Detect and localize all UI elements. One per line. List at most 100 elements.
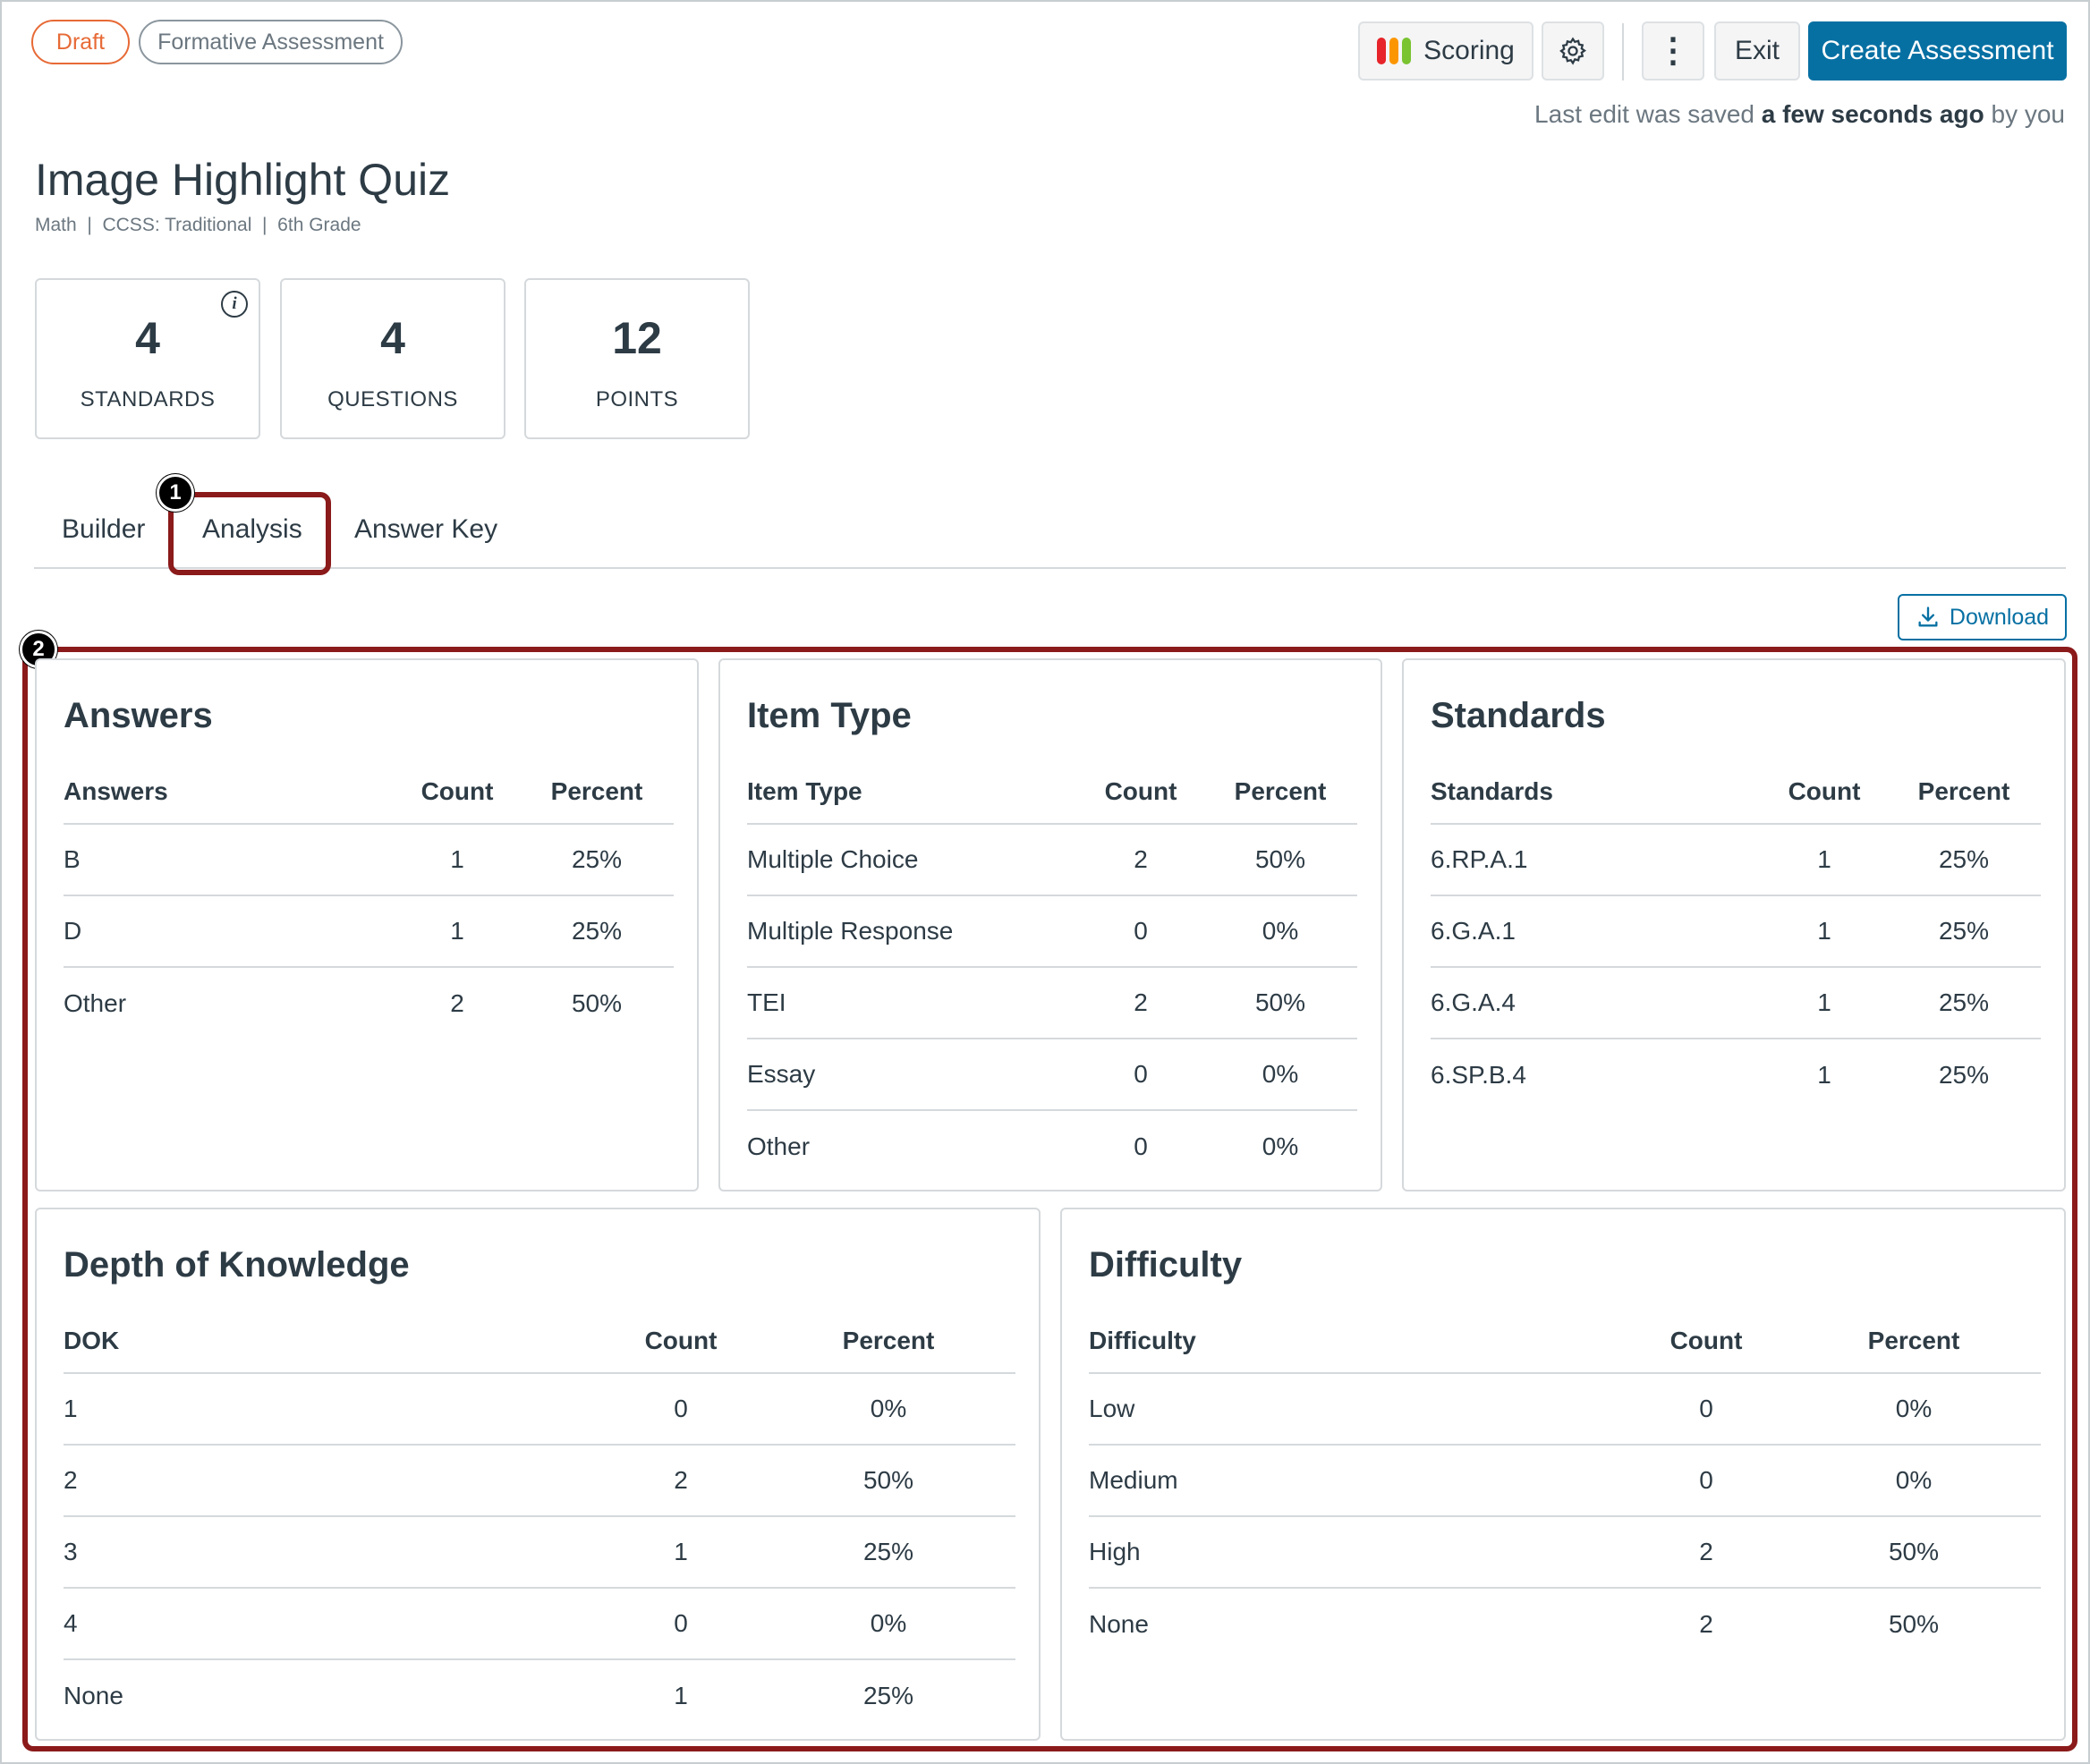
table-cell: 0% [870,1395,907,1422]
table-cell: TEI [747,988,786,1016]
stat-value: 12 [612,313,662,363]
draft-status-pill: Draft [31,20,130,64]
settings-button[interactable] [1542,21,1604,81]
card-title: Difficulty [1089,1245,1243,1285]
table-row: 6.G.A.1 1 25% [1431,896,2041,968]
table-cell: 2 [450,989,464,1017]
table-cell: 1 [674,1682,688,1709]
table-cell: 0 [674,1395,688,1422]
header-cell: Item Type [747,777,862,805]
table-cell: 3 [64,1538,78,1565]
stat-card-points: 12 POINTS [524,278,750,439]
table-row: B 1 25% [64,825,674,896]
table-row: Other 2 50% [64,968,674,1039]
table-cell: 0% [1895,1466,1933,1494]
page-title: Image Highlight Quiz [35,155,451,205]
page-subtitle: Math | CCSS: Traditional | 6th Grade [35,215,361,235]
table-cell: 0 [1134,917,1148,945]
scoring-bars-icon [1377,38,1412,64]
header-cell: Standards [1431,777,1553,805]
table-cell: 50% [1888,1538,1940,1565]
item-type-table: Item Type Count Percent Multiple Choice … [747,760,1357,1183]
table-cell: 0% [1262,917,1299,945]
download-button[interactable]: Download [1898,594,2067,640]
table-cell: None [1089,1610,1149,1638]
create-assessment-button[interactable]: Create Assessment [1808,21,2067,81]
table-cell: 50% [862,1466,914,1494]
table-row: D 1 25% [64,896,674,968]
tab-builder[interactable]: Builder [62,514,145,545]
download-icon [1918,606,1938,627]
table-cell: 0 [1699,1395,1713,1422]
table-row: Essay 0 0% [747,1039,1357,1111]
table-row: 1 0 0% [64,1374,1015,1446]
saved-time: a few seconds ago [1761,100,1984,128]
tab-answer-key[interactable]: Answer Key [354,514,497,545]
table-row: 6.G.A.4 1 25% [1431,968,2041,1039]
gear-icon [1559,37,1587,65]
table-cell: 1 [450,845,464,873]
table-cell: B [64,845,81,873]
table-cell: 1 [64,1395,78,1422]
card-title: Item Type [747,696,912,735]
table-row: 4 0 0% [64,1589,1015,1660]
table-cell: 25% [1938,1061,1990,1089]
dok-card: Depth of Knowledge DOK Count Percent 1 0… [35,1208,1041,1741]
stat-label: POINTS [595,387,679,411]
table-cell: 0% [1895,1395,1933,1422]
table-cell: Multiple Response [747,917,954,945]
table-cell: 1 [1817,845,1831,873]
more-options-button[interactable]: ⋮ [1642,21,1704,81]
table-header-row: DOK Count Percent [64,1310,1015,1374]
header-cell: Count [644,1327,718,1354]
table-cell: 25% [862,1682,914,1709]
difficulty-card: Difficulty Difficulty Count Percent Low … [1060,1208,2066,1741]
stat-card-standards: i 4 STANDARDS [35,278,260,439]
table-cell: 0 [1699,1466,1713,1494]
table-cell: 6.SP.B.4 [1431,1061,1526,1089]
table-cell: 2 [64,1466,78,1494]
table-row: 6.SP.B.4 1 25% [1431,1039,2041,1111]
header-cell: Count [1669,1327,1743,1354]
table-cell: 50% [571,989,623,1017]
table-cell: 1 [674,1538,688,1565]
callout-box-analysis-tab [168,492,331,575]
table-cell: 25% [1938,845,1990,873]
card-title: Answers [64,696,213,735]
table-cell: 50% [1254,845,1306,873]
standards-table: Standards Count Percent 6.RP.A.1 1 25% 6… [1431,760,2041,1111]
table-row: Multiple Response 0 0% [747,896,1357,968]
stat-value: 4 [135,313,160,363]
saved-suffix: by you [1991,100,2066,128]
table-row: 2 2 50% [64,1446,1015,1517]
card-title: Standards [1431,696,1606,735]
table-row: 3 1 25% [64,1517,1015,1589]
table-cell: 25% [1938,988,1990,1016]
header-cell: Difficulty [1089,1327,1196,1354]
info-icon[interactable]: i [221,291,248,318]
callout-badge-1: 1 [157,474,194,512]
table-cell: D [64,917,82,945]
table-row: None 2 50% [1089,1589,2041,1660]
table-row: Multiple Choice 2 50% [747,825,1357,896]
scoring-button[interactable]: Scoring [1358,21,1534,81]
table-row: High 2 50% [1089,1517,2041,1589]
stat-label: STANDARDS [80,387,216,411]
tab-divider [34,567,2066,569]
table-cell: None [64,1682,123,1709]
table-cell: 25% [1938,917,1990,945]
table-cell: 2 [1699,1610,1713,1638]
header-cell: Count [1104,777,1177,805]
table-cell: 50% [1888,1610,1940,1638]
answers-card: Answers Answers Count Percent B 1 25% D … [35,658,699,1192]
table-header-row: Item Type Count Percent [747,760,1357,825]
table-cell: 4 [64,1609,78,1637]
header-cell: Percent [1917,777,2010,805]
table-header-row: Standards Count Percent [1431,760,2041,825]
table-cell: Low [1089,1395,1135,1422]
table-cell: 2 [1134,845,1148,873]
exit-button[interactable]: Exit [1714,21,1800,81]
stat-value: 4 [380,313,405,363]
table-header-row: Difficulty Count Percent [1089,1310,2041,1374]
table-cell: 0% [870,1609,907,1637]
